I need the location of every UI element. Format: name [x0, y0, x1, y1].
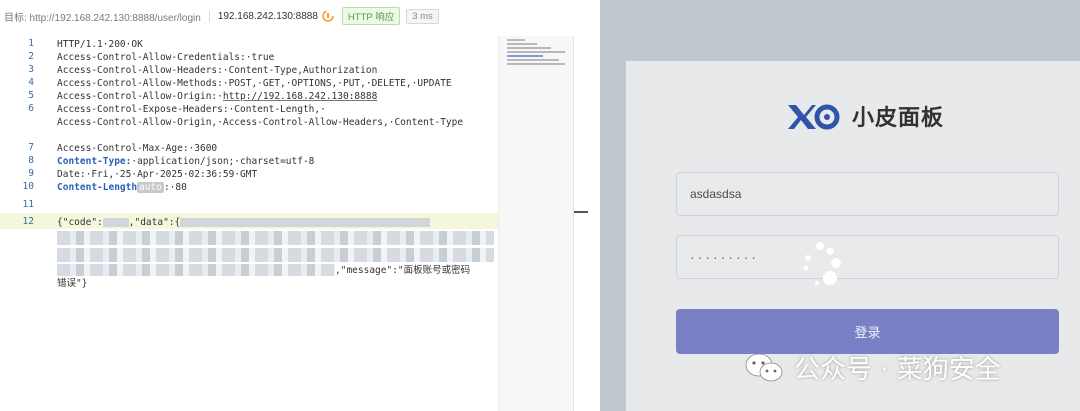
- redacted-block: [57, 264, 335, 276]
- watermark: 公众号 · 菜狗安全: [744, 349, 1001, 386]
- app-name: 小皮面板: [852, 106, 945, 131]
- divider: [208, 10, 210, 22]
- request-info-bar: 目标: http://192.168.242.130:8888/user/log…: [0, 0, 588, 32]
- header-line: Access-Control-Allow-Methods:·POST,·GET,…: [57, 78, 452, 89]
- line-number: 8: [28, 155, 34, 166]
- line-number: 11: [22, 199, 34, 210]
- header-line: Content-Length auto:·80: [57, 181, 187, 194]
- line-number: 7: [28, 142, 34, 153]
- header-key: Access-Control-Allow-Origin:·: [57, 91, 223, 102]
- response-text: HTTP/1.1·200·OK Access-Control-Allow-Cre…: [57, 36, 463, 228]
- login-page: 小皮面板 asdasdsa ········· 登录 公众号 · 菜狗安全: [600, 0, 1080, 411]
- redacted-value: [180, 218, 431, 227]
- copy-icon[interactable]: [322, 10, 334, 22]
- origin-link[interactable]: http://192.168.242.130:8888: [223, 91, 377, 102]
- line-number: 12: [22, 216, 34, 227]
- response-time-badge: 3 ms: [406, 8, 439, 24]
- password-field[interactable]: ·········: [676, 235, 1059, 279]
- line-number: 2: [28, 51, 34, 62]
- header-line: Access-Control-Allow-Origin:·http://192.…: [57, 90, 377, 103]
- message-line: ,"message":"面板账号或密码: [335, 264, 470, 297]
- target-url: 目标: http://192.168.242.130:8888/user/log…: [4, 12, 201, 24]
- header-line: Content-Type:·application/json;·charset=…: [57, 155, 314, 168]
- header-key: Content-Length: [57, 182, 138, 193]
- password-mask: ·········: [690, 249, 759, 265]
- header-key: Content-Type:: [57, 156, 132, 167]
- body-message: ,"message":"面板账号或密码: [335, 265, 471, 276]
- body-line: {"code": ,"data":{: [57, 216, 431, 229]
- header-line: Access-Control-Allow-Credentials:·true: [57, 52, 275, 63]
- redacted-block: [57, 248, 494, 262]
- message-end-line: 错误"}: [57, 277, 91, 310]
- brand: 小皮面板: [786, 100, 944, 132]
- header-line: Date:·Fri,·25·Apr·2025·02:36:59·GMT: [57, 169, 258, 180]
- panel-divider: [588, 0, 600, 411]
- spinner-icon: [803, 242, 841, 285]
- scroll-marker: [574, 211, 589, 213]
- vertical-scrollbar[interactable]: [573, 36, 589, 411]
- response-editor[interactable]: 1 2 3 4 5 6 7 8 9 10 11 12 HTTP/1.1·200·…: [0, 36, 498, 411]
- minimap-line: [507, 63, 565, 65]
- minimap-line: [507, 51, 565, 53]
- header-value: :·80: [163, 182, 187, 193]
- watermark-text: 公众号 · 菜狗安全: [794, 355, 1001, 385]
- status-line: HTTP/1.1·200·OK: [57, 39, 143, 50]
- minimap-line: [507, 47, 551, 49]
- response-panel: 目标: http://192.168.242.130:8888/user/log…: [0, 0, 589, 411]
- header-line: Access-Control-Allow-Headers:·Content-Ty…: [57, 65, 378, 76]
- line-number: 4: [28, 77, 34, 88]
- line-number: 9: [28, 168, 34, 179]
- username-value: asdasdsa: [690, 187, 742, 201]
- body-message-end: 错误"}: [57, 278, 88, 289]
- minimap-line: [507, 55, 543, 57]
- body-code-key: {"code":: [57, 217, 103, 228]
- minimap-line: [507, 43, 537, 45]
- redacted-block: [57, 231, 494, 245]
- status-badge: HTTP 响应: [341, 7, 401, 25]
- header-value: ·application/json;·charset=utf-8: [131, 156, 315, 167]
- minimap[interactable]: [498, 36, 573, 411]
- xp-logo-icon: [788, 104, 840, 130]
- auto-badge[interactable]: auto: [137, 182, 164, 193]
- line-number: 3: [28, 64, 34, 75]
- line-number-gutter: 1 2 3 4 5 6 7 8 9 10 11 12: [0, 36, 40, 411]
- header-line-wrap: Access-Control-Allow-Origin,·Access-Cont…: [57, 117, 464, 128]
- line-number: 6: [28, 103, 34, 114]
- line-number: 5: [28, 90, 34, 101]
- minimap-line: [507, 39, 525, 41]
- minimap-line: [507, 59, 559, 61]
- line-number: 1: [28, 38, 34, 49]
- header-line: Access-Control-Max-Age:·3600: [57, 143, 218, 154]
- login-button[interactable]: 登录: [676, 309, 1059, 354]
- username-field[interactable]: asdasdsa: [676, 172, 1059, 216]
- redacted-value: [102, 218, 129, 227]
- header-line: Access-Control-Expose-Headers:·Content-L…: [57, 104, 326, 115]
- wechat-icon: [745, 353, 783, 381]
- body-data-key: ,"data":{: [128, 217, 181, 228]
- host-address: 192.168.242.130:8888: [217, 10, 318, 22]
- line-number: 10: [22, 181, 34, 192]
